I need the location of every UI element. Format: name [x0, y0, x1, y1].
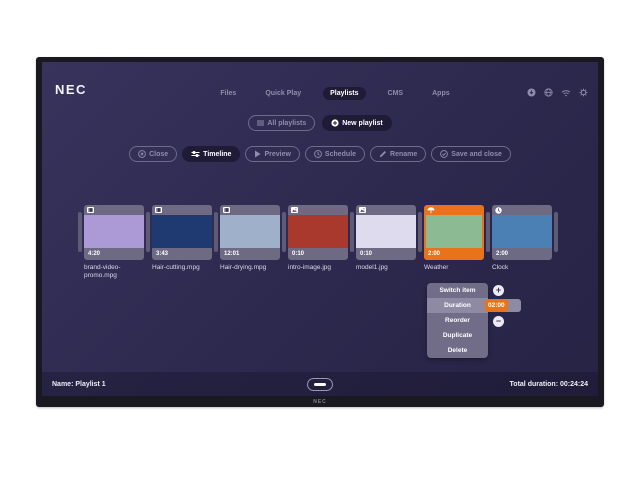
timeline-item-brand-video-promo[interactable]: 4:20 brand-video-promo.mpg — [84, 205, 144, 281]
timeline-item-hair-drying[interactable]: 12:01 Hair-drying.mpg — [220, 205, 280, 272]
clock-icon — [314, 150, 322, 158]
card-duration: 0:10 — [288, 248, 348, 260]
timeline-item-weather[interactable]: 2:00 Weather — [424, 205, 484, 272]
playlist-footer-bar: Name: Playlist 1 Total duration: 00:24:2… — [42, 372, 598, 396]
menu-item-duplicate[interactable]: Duplicate — [427, 328, 488, 343]
thumbnail — [152, 215, 212, 248]
close-button[interactable]: Close — [129, 146, 177, 162]
timeline-icon — [191, 150, 200, 158]
insert-handle[interactable] — [146, 212, 150, 252]
insert-handle[interactable] — [486, 212, 490, 252]
hamburger-icon — [257, 120, 264, 126]
timeline-item-model1[interactable]: 0:10 model1.jpg — [356, 205, 416, 272]
card-header — [492, 205, 552, 215]
save-and-close-button[interactable]: Save and close — [431, 146, 511, 162]
pencil-icon — [379, 150, 387, 158]
insert-handle[interactable] — [282, 212, 286, 252]
tab-quick-play[interactable]: Quick Play — [258, 87, 308, 100]
thumbnail — [84, 215, 144, 248]
card-filename: Hair-drying.mpg — [220, 264, 280, 272]
card-header — [356, 205, 416, 215]
tab-cms[interactable]: CMS — [381, 87, 411, 100]
card-header — [84, 205, 144, 215]
gear-icon[interactable] — [579, 88, 588, 97]
thumbnail — [220, 215, 280, 248]
menu-item-delete[interactable]: Delete — [427, 343, 488, 358]
check-circle-icon — [440, 150, 448, 158]
card-header — [424, 205, 484, 215]
image-icon — [291, 207, 298, 213]
card-filename: intro-image.jpg — [288, 264, 348, 272]
playlist-bar: All playlists New playlist — [42, 115, 598, 131]
wifi-icon[interactable] — [561, 89, 571, 97]
mediaplayer-screen: NEC Files Quick Play Playlists CMS Apps … — [42, 62, 598, 396]
insert-handle[interactable] — [350, 212, 354, 252]
menu-item-switch-item[interactable]: Switch item — [427, 283, 488, 298]
tab-apps[interactable]: Apps — [425, 87, 457, 100]
total-duration: Total duration: 00:24:24 — [510, 381, 588, 388]
menu-item-duration[interactable]: Duration — [427, 298, 488, 313]
card-filename: Clock — [492, 264, 552, 272]
card-duration: 0:10 — [356, 248, 416, 260]
card-duration: 2:00 — [492, 248, 552, 260]
main-nav: Files Quick Play Playlists CMS Apps — [192, 87, 478, 100]
preview-button[interactable]: Preview — [245, 146, 299, 162]
card-duration: 4:20 — [84, 248, 144, 260]
thumbnail — [356, 215, 416, 248]
rename-button[interactable]: Rename — [370, 146, 426, 162]
card-duration: 2:00 — [424, 248, 484, 260]
playlist-name: Name: Playlist 1 — [52, 381, 106, 388]
card-header — [288, 205, 348, 215]
playlist-toolbar: Close Timeline Preview Schedule Rename S… — [42, 146, 598, 162]
schedule-button[interactable]: Schedule — [305, 146, 365, 162]
duration-value: 02:00 — [485, 299, 508, 312]
timeline-strip: 4:20 brand-video-promo.mpg 3:43 Hair-cut… — [78, 205, 558, 281]
all-playlists-button[interactable]: All playlists — [248, 115, 315, 131]
video-icon — [223, 207, 230, 213]
display-bezel: NEC Files Quick Play Playlists CMS Apps … — [36, 57, 604, 407]
timeline-button[interactable]: Timeline — [182, 146, 240, 162]
status-icon-bar — [527, 88, 588, 97]
dash-icon — [314, 383, 326, 386]
card-filename: Hair-cutting.mpg — [152, 264, 212, 272]
insert-handle[interactable] — [418, 212, 422, 252]
duration-increase-button[interactable]: + — [493, 285, 504, 296]
card-header — [152, 205, 212, 215]
card-header — [220, 205, 280, 215]
timeline-item-intro-image[interactable]: 0:10 intro-image.jpg — [288, 205, 348, 272]
card-duration: 12:01 — [220, 248, 280, 260]
card-duration: 3:43 — [152, 248, 212, 260]
nec-logo: NEC — [55, 82, 87, 97]
download-icon[interactable] — [527, 88, 536, 97]
tab-playlists[interactable]: Playlists — [323, 87, 365, 100]
duration-input[interactable]: 02:00 — [485, 299, 521, 312]
video-icon — [155, 207, 162, 213]
card-filename: brand-video-promo.mpg — [84, 264, 144, 281]
card-filename: model1.jpg — [356, 264, 416, 272]
item-context-menu: Switch item Duration Reorder Duplicate D… — [427, 283, 488, 358]
tab-files[interactable]: Files — [213, 87, 243, 100]
globe-icon[interactable] — [544, 88, 553, 97]
plus-circle-icon — [331, 119, 339, 127]
play-icon — [254, 150, 261, 158]
thumbnail — [492, 215, 552, 248]
close-circle-icon — [138, 150, 146, 158]
insert-handle[interactable] — [78, 212, 82, 252]
new-playlist-button[interactable]: New playlist — [322, 115, 391, 131]
bezel-nec-logo: NEC — [36, 399, 604, 405]
thumbnail — [288, 215, 348, 248]
menu-item-reorder[interactable]: Reorder — [427, 313, 488, 328]
insert-handle[interactable] — [214, 212, 218, 252]
thumbnail — [426, 215, 482, 248]
umbrella-icon — [427, 207, 435, 214]
card-filename: Weather — [424, 264, 484, 272]
image-icon — [359, 207, 366, 213]
timeline-item-hair-cutting[interactable]: 3:43 Hair-cutting.mpg — [152, 205, 212, 272]
insert-handle[interactable] — [554, 212, 558, 252]
video-icon — [87, 207, 94, 213]
collapse-handle-button[interactable] — [307, 378, 333, 391]
duration-decrease-button[interactable]: − — [493, 316, 504, 327]
clock-widget-icon — [495, 207, 502, 214]
timeline-item-clock[interactable]: 2:00 Clock — [492, 205, 552, 272]
